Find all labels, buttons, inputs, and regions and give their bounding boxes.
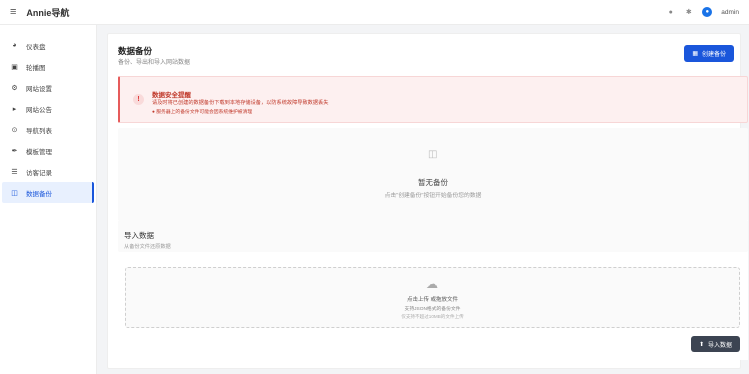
import-subtitle: 从备份文件还原数据 <box>124 244 171 250</box>
brush-icon: ✒ <box>11 147 18 155</box>
dropzone-subtitle: 支持JSON格式的备份文件 <box>404 307 461 312</box>
database-icon: ◫ <box>11 189 18 197</box>
sidebar-item-label: 模板管理 <box>26 148 52 156</box>
sidebar: ◕ 仪表盘 ▣ 轮播图 ⚙ 网站设置 ▸ 网站公告 ⊙ 导航列表 ✒ 模板管理 … <box>0 25 97 374</box>
sidebar-item-label: 网站公告 <box>26 106 52 114</box>
empty-text: 点击"创建备份"按钮开始备份您的数据 <box>384 193 482 199</box>
sidebar-item-label: 网站设置 <box>26 85 52 93</box>
sidebar-item-label: 数据备份 <box>26 190 52 198</box>
sidebar-item-dashboard[interactable]: ◕ 仪表盘 <box>2 35 94 56</box>
shield-icon: ! <box>133 94 144 105</box>
sidebar-item-label: 访客记录 <box>26 169 52 177</box>
warning-title: 数据安全提醒 <box>152 92 191 99</box>
import-section: 导入数据 从备份文件还原数据 ☁ 点击上传 或拖放文件 支持JSON格式的备份文… <box>118 220 748 360</box>
sidebar-item-label: 仪表盘 <box>26 43 46 51</box>
brand-title: Annie导航 <box>26 7 70 18</box>
image-icon: ▣ <box>11 63 18 71</box>
warning-hint-text: 服务器上的备份文件可能会因系统维护被清理 <box>156 110 253 115</box>
top-bar: ≡ Annie导航 ● ✱ ● admin <box>0 0 749 25</box>
gear-icon: ⚙ <box>11 84 18 92</box>
create-backup-label: 创建备份 <box>701 52 726 58</box>
users-icon: ☰ <box>11 168 18 176</box>
create-backup-button[interactable]: ▦ 创建备份 <box>684 45 734 62</box>
sidebar-item-templates[interactable]: ✒ 模板管理 <box>2 140 94 161</box>
dashboard-icon: ◕ <box>12 42 17 49</box>
sidebar-item-announcement[interactable]: ▸ 网站公告 <box>2 98 94 119</box>
user-name[interactable]: admin <box>721 9 739 16</box>
sidebar-item-nav-list[interactable]: ⊙ 导航列表 <box>2 119 94 140</box>
page-title: 数据备份 <box>118 46 153 56</box>
user-icon[interactable]: ● <box>702 7 713 17</box>
warning-text: 请及时将已创建的数据备份下载到本地存储设备，以防系统故障导致数据丢失 <box>152 100 329 106</box>
import-title: 导入数据 <box>124 231 154 240</box>
sidebar-item-carousel[interactable]: ▣ 轮播图 <box>2 56 94 77</box>
main-panel: 数据备份 备份、导出和导入网站数据 ▦ 创建备份 ! 数据安全提醒 请及时将已创… <box>107 33 748 369</box>
compass-icon: ⊙ <box>11 126 18 134</box>
upload-icon: ⬆ <box>698 341 704 348</box>
message-icon[interactable]: ● <box>666 8 675 17</box>
database-icon: ◫ <box>428 149 438 160</box>
settings-icon[interactable]: ✱ <box>684 8 693 17</box>
import-header: 导入数据 从备份文件还原数据 <box>118 220 748 252</box>
megaphone-icon: ▸ <box>12 105 17 113</box>
warning-alert: ! 数据安全提醒 请及时将已创建的数据备份下载到本地存储设备，以防系统故障导致数… <box>118 76 748 123</box>
sidebar-item-label: 轮播图 <box>26 64 46 72</box>
sidebar-item-site-settings[interactable]: ⚙ 网站设置 <box>2 77 94 98</box>
upload-dropzone[interactable]: ☁ 点击上传 或拖放文件 支持JSON格式的备份文件 仅支持不超过10MB的文件… <box>125 267 740 328</box>
page-subtitle: 备份、导出和导入网站数据 <box>118 60 191 66</box>
sidebar-item-visitors[interactable]: ☰ 访客记录 <box>2 161 94 182</box>
dropzone-title: 点击上传 或拖放文件 <box>406 297 459 303</box>
import-data-label: 导入数据 <box>707 342 732 349</box>
import-data-button[interactable]: ⬆ 导入数据 <box>690 336 740 352</box>
save-icon: ▦ <box>692 51 698 57</box>
sidebar-item-backup[interactable]: ◫ 数据备份 <box>2 182 94 203</box>
dropzone-hint: 仅支持不超过10MB的文件上传 <box>401 314 464 319</box>
top-bar-actions: ● ✱ ● admin <box>666 7 739 17</box>
menu-icon[interactable]: ≡ <box>10 6 16 18</box>
sidebar-item-label: 导航列表 <box>26 127 52 135</box>
warning-hint: ● 服务器上的备份文件可能会因系统维护被清理 <box>152 108 252 115</box>
cloud-upload-icon: ☁ <box>426 277 438 291</box>
empty-title: 暂无备份 <box>418 178 448 187</box>
